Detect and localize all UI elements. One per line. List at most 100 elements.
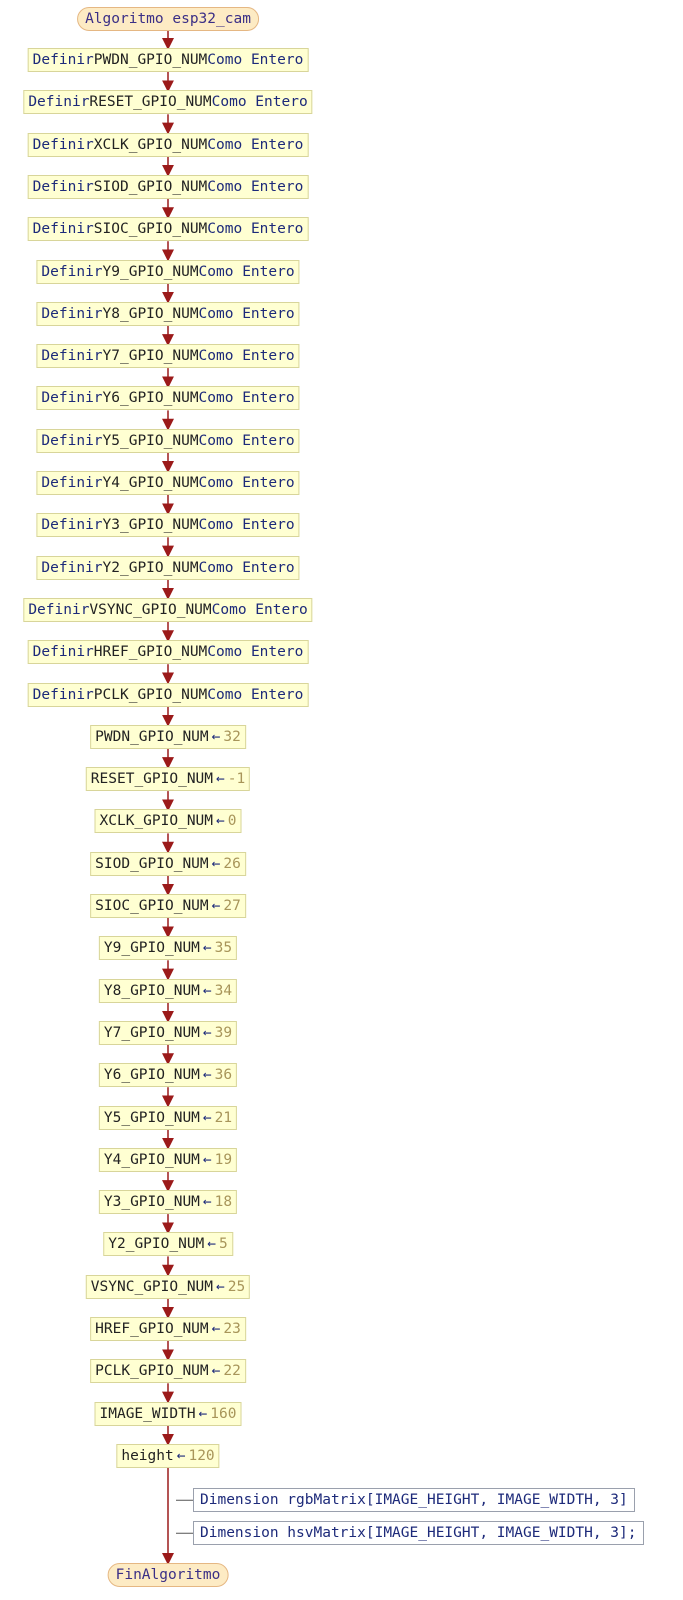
define-keyword: Definir: [41, 263, 103, 280]
assigned-value: 35: [214, 940, 233, 957]
variable-name: XCLK_GPIO_NUM: [99, 813, 214, 830]
variable-name: Y2_GPIO_NUM: [102, 559, 199, 576]
variable-name: SIOC_GPIO_NUM: [93, 221, 208, 238]
definition-step: Definir Y3_GPIO_NUM Como Entero: [36, 513, 300, 538]
assignment-step: PCLK_GPIO_NUM ← 22: [90, 1359, 246, 1384]
define-type: Como Entero: [211, 94, 308, 111]
assign-operator: ←: [202, 940, 212, 957]
assignment-step: height ← 120: [116, 1443, 220, 1468]
define-type: Como Entero: [207, 686, 304, 703]
definition-step: Definir RESET_GPIO_NUM Como Entero: [23, 90, 313, 115]
variable-name: Y5_GPIO_NUM: [102, 432, 199, 449]
assigned-value: 22: [223, 1363, 241, 1380]
define-keyword: Definir: [41, 475, 103, 491]
definition-step: Definir VSYNC_GPIO_NUM Como Entero: [23, 597, 313, 622]
define-keyword: Definir: [32, 221, 94, 238]
assignment-step: VSYNC_GPIO_NUM ← 25: [85, 1274, 251, 1299]
assignment-step: Y2_GPIO_NUM ← 5: [103, 1232, 233, 1257]
define-type: Como Entero: [207, 178, 304, 195]
variable-name: RESET_GPIO_NUM: [90, 771, 214, 788]
definition-step: Definir SIOC_GPIO_NUM Como Entero: [27, 217, 309, 242]
define-type: Como Entero: [198, 559, 295, 576]
assign-operator: ←: [207, 1236, 217, 1253]
assigned-value: 21: [214, 1109, 233, 1126]
define-keyword: Definir: [28, 94, 90, 111]
variable-name: VSYNC_GPIO_NUM: [89, 601, 212, 618]
variable-name: Y4_GPIO_NUM: [103, 1151, 200, 1168]
define-keyword: Definir: [32, 644, 94, 661]
variable-name: PCLK_GPIO_NUM: [95, 1363, 209, 1380]
assignment-step: SIOC_GPIO_NUM ← 27: [90, 894, 246, 918]
variable-name: SIOD_GPIO_NUM: [95, 855, 209, 872]
assignment-step: RESET_GPIO_NUM ← -1: [85, 767, 251, 792]
define-keyword: Definir: [41, 517, 103, 534]
define-type: Como Entero: [207, 52, 304, 68]
assigned-value: 34: [214, 982, 233, 999]
assign-operator: ←: [211, 898, 221, 914]
assign-operator: ←: [202, 1194, 212, 1211]
define-keyword: Definir: [41, 432, 103, 449]
define-type: Como Entero: [198, 432, 295, 449]
define-type: Como Entero: [207, 221, 304, 238]
variable-name: RESET_GPIO_NUM: [89, 94, 212, 111]
assignment-step: IMAGE_WIDTH ← 160: [94, 1401, 242, 1426]
variable-name: height: [121, 1447, 174, 1464]
assign-operator: ←: [216, 1278, 225, 1295]
definition-step: Definir XCLK_GPIO_NUM Como Entero: [27, 132, 309, 157]
start-label: Algoritmo esp32_cam: [85, 11, 251, 27]
variable-name: Y7_GPIO_NUM: [103, 1024, 200, 1041]
definition-step: Definir Y5_GPIO_NUM Como Entero: [36, 428, 300, 453]
assign-operator: ←: [202, 1067, 212, 1084]
define-type: Como Entero: [207, 136, 304, 153]
assigned-value: -1: [227, 771, 246, 788]
assignment-step: XCLK_GPIO_NUM ← 0: [94, 809, 242, 834]
assignment-step: Y7_GPIO_NUM ← 39: [98, 1020, 238, 1045]
define-keyword: Definir: [32, 52, 94, 68]
definition-step: Definir SIOD_GPIO_NUM Como Entero: [27, 174, 309, 199]
assign-operator: ←: [211, 1321, 221, 1337]
variable-name: HREF_GPIO_NUM: [93, 644, 208, 661]
variable-name: PCLK_GPIO_NUM: [93, 686, 208, 703]
assign-operator: ←: [202, 1151, 212, 1168]
flowchart: Algoritmo esp32_cam Definir PWDN_GPIO_NU…: [0, 0, 683, 1600]
define-keyword: Definir: [32, 136, 94, 153]
start-terminal: Algoritmo esp32_cam: [77, 7, 259, 31]
assigned-value: 25: [227, 1278, 246, 1295]
variable-name: Y6_GPIO_NUM: [102, 390, 199, 407]
variable-name: Y3_GPIO_NUM: [103, 1194, 200, 1211]
assign-operator: ←: [211, 1363, 221, 1380]
assigned-value: 18: [214, 1194, 233, 1211]
assigned-value: 27: [223, 898, 241, 914]
dimension-text: Dimension rgbMatrix[IMAGE_HEIGHT, IMAGE_…: [200, 1492, 628, 1509]
assignment-step: Y6_GPIO_NUM ← 36: [98, 1063, 238, 1088]
define-type: Como Entero: [198, 263, 295, 280]
variable-name: Y8_GPIO_NUM: [102, 305, 199, 322]
definition-step: Definir Y7_GPIO_NUM Como Entero: [36, 344, 300, 369]
variable-name: VSYNC_GPIO_NUM: [90, 1278, 214, 1295]
dimension-text: Dimension hsvMatrix[IMAGE_HEIGHT, IMAGE_…: [200, 1525, 637, 1542]
define-keyword: Definir: [41, 559, 103, 576]
definition-step: Definir HREF_GPIO_NUM Como Entero: [27, 640, 309, 665]
assignment-step: Y4_GPIO_NUM ← 19: [98, 1147, 238, 1172]
define-type: Como Entero: [198, 475, 295, 491]
assignment-step: Y9_GPIO_NUM ← 35: [98, 936, 238, 961]
assignment-step: Y5_GPIO_NUM ← 21: [98, 1105, 238, 1130]
define-type: Como Entero: [211, 601, 308, 618]
dimension-statement: Dimension hsvMatrix[IMAGE_HEIGHT, IMAGE_…: [193, 1521, 644, 1546]
variable-name: Y8_GPIO_NUM: [103, 982, 200, 999]
define-type: Como Entero: [198, 517, 295, 534]
definition-step: Definir Y4_GPIO_NUM Como Entero: [36, 471, 300, 495]
assign-operator: ←: [176, 1447, 186, 1464]
define-keyword: Definir: [41, 305, 103, 322]
assign-operator: ←: [198, 1405, 208, 1422]
define-type: Como Entero: [198, 348, 295, 365]
define-type: Como Entero: [198, 390, 295, 407]
definition-step: Definir Y6_GPIO_NUM Como Entero: [36, 386, 300, 411]
assigned-value: 19: [214, 1151, 233, 1168]
end-label: FinAlgoritmo: [115, 1567, 221, 1583]
define-keyword: Definir: [32, 686, 94, 703]
assigned-value: 160: [210, 1405, 237, 1422]
assignment-step: HREF_GPIO_NUM ← 23: [90, 1317, 246, 1341]
variable-name: Y7_GPIO_NUM: [102, 348, 199, 365]
assign-operator: ←: [202, 1024, 212, 1041]
